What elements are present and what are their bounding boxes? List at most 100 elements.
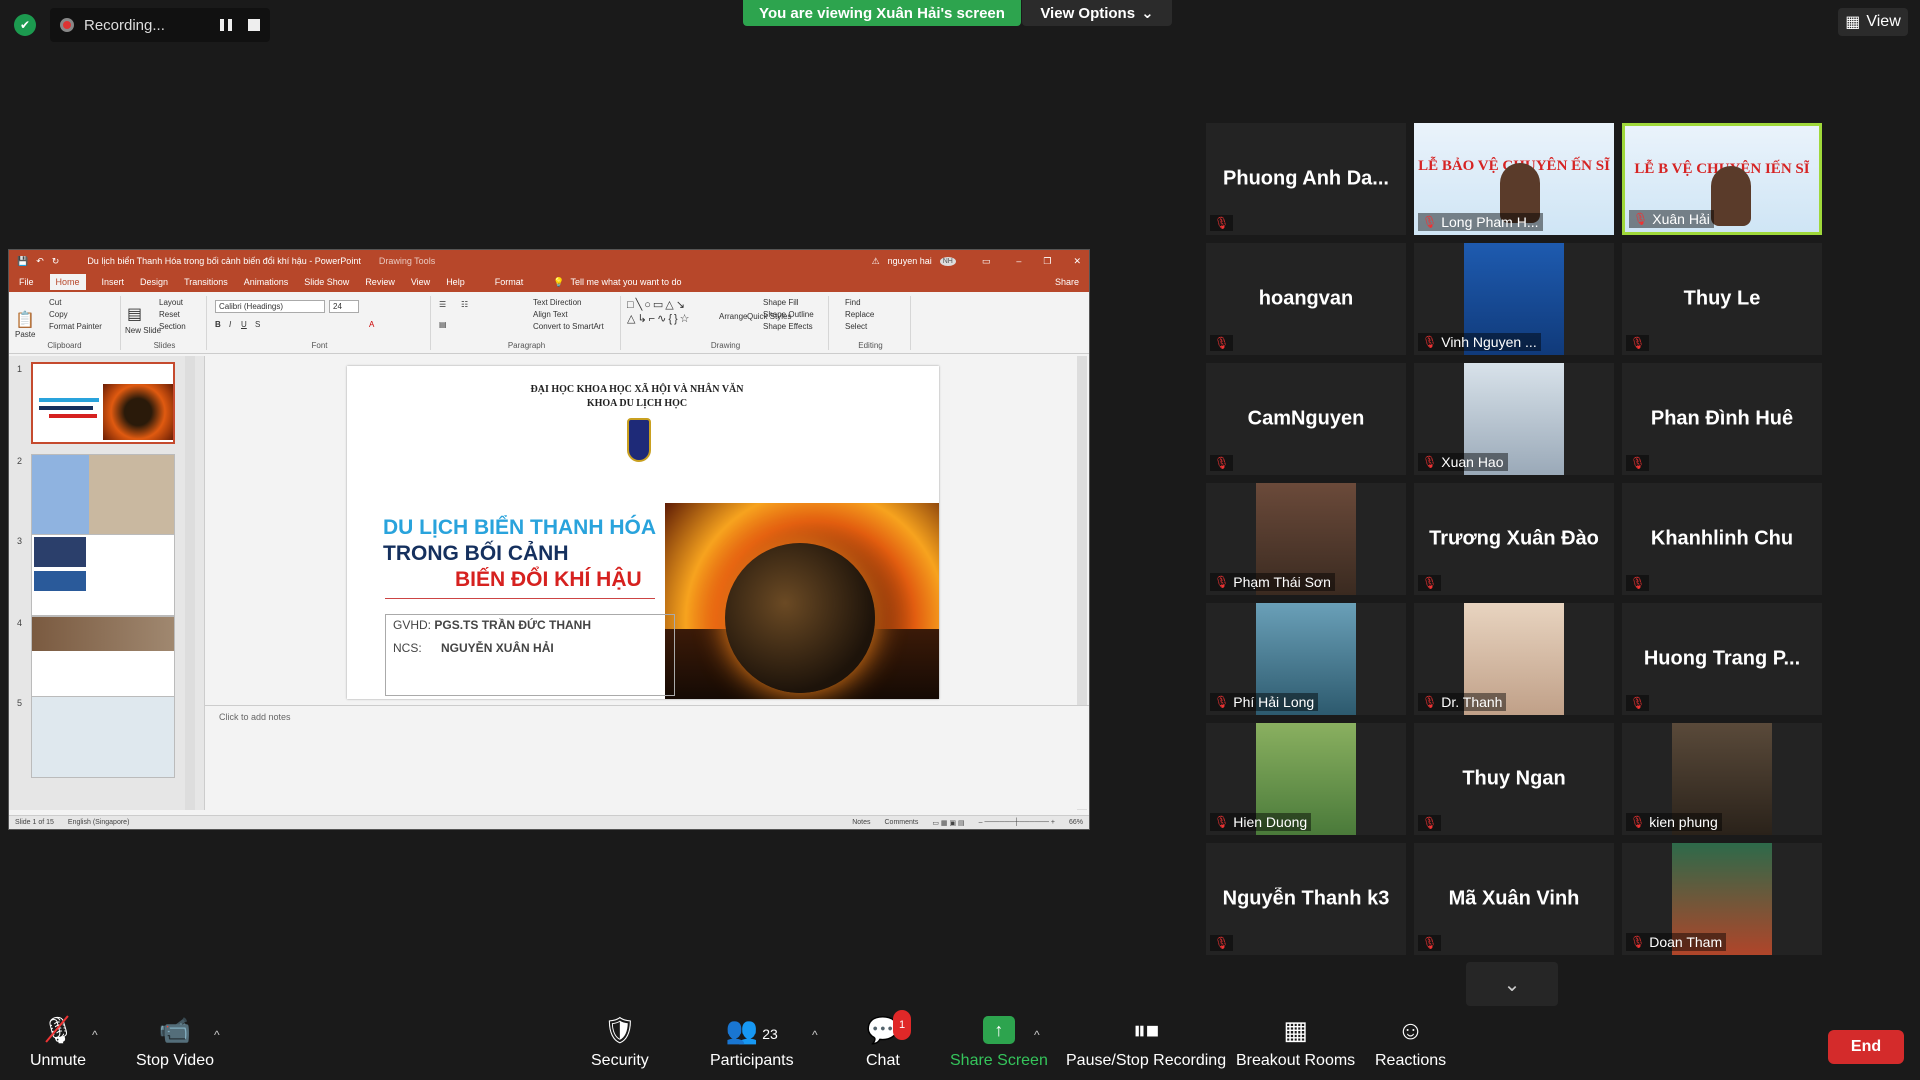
slide-thumb-1[interactable] — [31, 362, 175, 444]
shape-effects-button[interactable]: Shape Effects — [763, 322, 813, 331]
security-shield-icon[interactable]: ✔ — [14, 14, 36, 36]
save-icon[interactable]: 💾 — [17, 256, 28, 267]
participant-tile[interactable]: Huong Trang P... 🎙 — [1622, 603, 1822, 715]
find-button[interactable]: Find — [845, 298, 861, 307]
scroll-down-button[interactable]: ⌄ — [1466, 962, 1558, 1006]
participant-tile[interactable]: Phuong Anh Da... 🎙 — [1206, 123, 1406, 235]
tab-help[interactable]: Help — [446, 277, 465, 287]
participant-tile[interactable]: 🎙 kien phung — [1622, 723, 1822, 835]
view-button[interactable]: ▦ View — [1838, 8, 1908, 36]
italic-icon[interactable]: I — [229, 320, 231, 329]
arrange-button[interactable]: Arrange — [719, 312, 747, 321]
participant-tile[interactable]: Nguyễn Thanh k3 🎙 — [1206, 843, 1406, 955]
zoom-slider[interactable]: – ──────┼────── + — [979, 819, 1055, 826]
section-button[interactable]: Section — [159, 322, 186, 331]
participant-tile[interactable]: 🎙 Dr. Thanh — [1414, 603, 1614, 715]
zoom-level[interactable]: 66% — [1069, 819, 1083, 826]
user-avatar[interactable]: NH — [939, 256, 956, 266]
chat-button[interactable]: 💬 1 Chat — [866, 1010, 912, 1070]
share-button[interactable]: Share — [1055, 277, 1079, 287]
participant-tile[interactable]: Thuy Le 🎙 — [1622, 243, 1822, 355]
shadow-icon[interactable]: S — [255, 320, 260, 329]
paste-label[interactable]: Paste — [15, 330, 35, 339]
participant-tile[interactable]: LỄ BẢO VỆ CHUYÊN ẾN SĨ 🎙 Long Pham H... — [1414, 123, 1614, 235]
minimize-icon[interactable]: – — [1016, 256, 1021, 266]
tab-home[interactable]: Home — [49, 274, 86, 290]
convert-smartart-button[interactable]: Convert to SmartArt — [533, 322, 604, 331]
replace-button[interactable]: Replace — [845, 310, 874, 319]
share-screen-button[interactable]: ↑ Share Screen — [950, 1016, 1048, 1070]
thumbs-scrollbar[interactable] — [185, 356, 195, 810]
restore-icon[interactable]: ❐ — [1043, 256, 1051, 267]
layout-button[interactable]: Layout — [159, 298, 183, 307]
font-size-select[interactable]: 24 — [329, 300, 359, 313]
tell-me-input[interactable]: Tell me what you want to do — [570, 277, 681, 287]
share-options-caret[interactable]: ^ — [1034, 1028, 1040, 1042]
view-options-button[interactable]: View Options ⌄ — [1022, 0, 1172, 26]
participant-tile[interactable]: 🎙 Xuan Hao — [1414, 363, 1614, 475]
participants-options-caret[interactable]: ^ — [812, 1028, 818, 1042]
comments-toggle[interactable]: Comments — [885, 819, 919, 826]
security-button[interactable]: 🛡 Security — [591, 1016, 649, 1070]
align-left-icon[interactable]: ▤ — [439, 320, 447, 329]
participant-tile[interactable]: Phan Đình Huê 🎙 — [1622, 363, 1822, 475]
language-label[interactable]: English (Singapore) — [68, 819, 129, 826]
font-name-select[interactable]: Calibri (Headings) — [215, 300, 325, 313]
shape-fill-button[interactable]: Shape Fill — [763, 298, 799, 307]
bold-icon[interactable]: B — [215, 320, 221, 329]
pause-recording-icon[interactable] — [220, 19, 232, 31]
shapes-gallery[interactable]: □╲○▭△↘ — [627, 298, 687, 311]
tab-format[interactable]: Format — [495, 277, 524, 287]
shape-outline-button[interactable]: Shape Outline — [763, 310, 814, 319]
slide-thumb-2[interactable] — [31, 454, 175, 536]
slide-thumb-5[interactable] — [31, 696, 175, 778]
slide-thumb-4[interactable] — [31, 616, 175, 698]
ribbon-display-icon[interactable]: ▭ — [982, 256, 991, 267]
stop-recording-icon[interactable] — [248, 19, 260, 31]
participant-tile[interactable]: hoangvan 🎙 — [1206, 243, 1406, 355]
new-slide-button[interactable]: New Slide — [125, 326, 161, 335]
tab-animations[interactable]: Animations — [244, 277, 289, 287]
participant-tile[interactable]: Khanhlinh Chu 🎙 — [1622, 483, 1822, 595]
participant-tile[interactable]: LỄ B VỆ CHUYÊN IẾN SĨ🎙Xuân Hải — [1622, 123, 1822, 235]
pause-stop-recording-button[interactable]: ⏸⏹ Pause/Stop Recording — [1066, 1016, 1226, 1070]
burning-globe-image[interactable] — [665, 503, 939, 699]
tab-transitions[interactable]: Transitions — [184, 277, 228, 287]
participant-tile[interactable]: Thuy Ngan 🎙 — [1414, 723, 1614, 835]
tab-insert[interactable]: Insert — [102, 277, 125, 287]
participant-tile[interactable]: Trương Xuân Đào 🎙 — [1414, 483, 1614, 595]
notes-pane[interactable]: Click to add notes — [205, 705, 1089, 809]
participants-button[interactable]: 👥 23 Participants — [710, 1016, 794, 1070]
unmute-button[interactable]: 🎙 Unmute — [30, 1015, 86, 1070]
select-button[interactable]: Select — [845, 322, 867, 331]
participant-tile[interactable]: 🎙 Doan Tham — [1622, 843, 1822, 955]
audio-options-caret[interactable]: ^ — [92, 1028, 98, 1042]
font-color-icon[interactable]: A — [369, 320, 374, 329]
participant-tile[interactable]: Mã Xuân Vinh 🎙 — [1414, 843, 1614, 955]
video-options-caret[interactable]: ^ — [214, 1028, 220, 1042]
shapes-gallery-row2[interactable]: △↳⌐∿{}☆ — [627, 312, 692, 325]
tab-review[interactable]: Review — [365, 277, 395, 287]
tab-file[interactable]: File — [19, 277, 34, 287]
reactions-button[interactable]: ☺ Reactions — [1375, 1016, 1446, 1070]
numbering-icon[interactable]: ☷ — [461, 300, 468, 309]
cut-button[interactable]: Cut — [49, 298, 61, 307]
participant-tile[interactable]: 🎙 Phí Hải Long — [1206, 603, 1406, 715]
breakout-rooms-button[interactable]: ▦ Breakout Rooms — [1236, 1016, 1355, 1070]
participant-tile[interactable]: CamNguyen 🎙 — [1206, 363, 1406, 475]
text-direction-button[interactable]: Text Direction — [533, 298, 581, 307]
tab-design[interactable]: Design — [140, 277, 168, 287]
paste-icon[interactable]: 📋 — [15, 310, 35, 330]
participant-tile[interactable]: 🎙 Phạm Thái Sơn — [1206, 483, 1406, 595]
new-slide-icon[interactable]: ▤ — [127, 304, 142, 324]
format-painter-button[interactable]: Format Painter — [49, 322, 102, 331]
reset-button[interactable]: Reset — [159, 310, 180, 319]
participant-tile[interactable]: 🎙 Hien Duong — [1206, 723, 1406, 835]
undo-icon[interactable]: ↶ — [36, 256, 44, 267]
slide-canvas[interactable]: ĐẠI HỌC KHOA HỌC XÃ HỘI VÀ NHÂN VĂN KHOA… — [347, 366, 939, 699]
participant-tile[interactable]: 🎙 Vinh Nguyen ... — [1414, 243, 1614, 355]
close-icon[interactable]: ✕ — [1073, 256, 1081, 267]
copy-button[interactable]: Copy — [49, 310, 68, 319]
slide-thumb-3[interactable] — [31, 534, 175, 616]
align-text-button[interactable]: Align Text — [533, 310, 568, 319]
